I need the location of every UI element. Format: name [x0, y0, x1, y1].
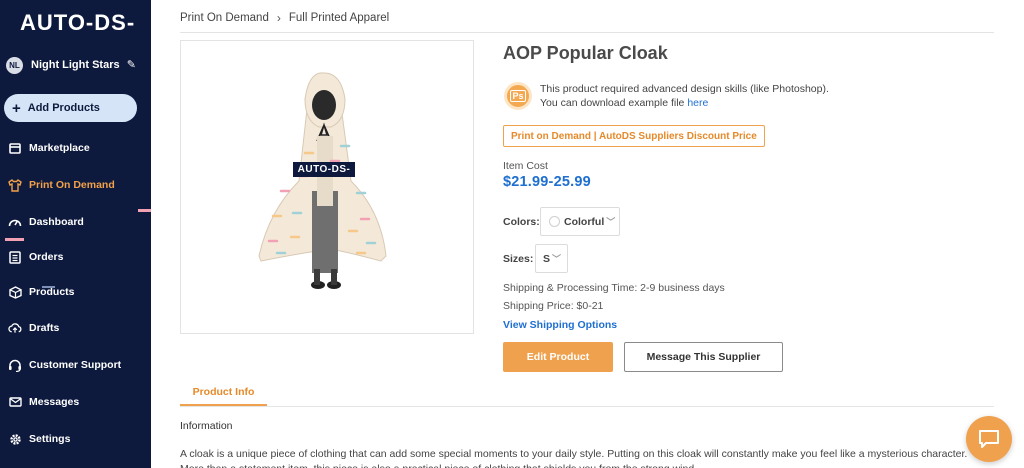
item-cost-value: $21.99-25.99	[503, 174, 591, 190]
user-name: Night Light Stars	[31, 59, 120, 71]
avatar: NL	[6, 56, 23, 74]
sidebar-item-messages[interactable]: Messages	[0, 391, 151, 413]
envelope-icon	[8, 395, 22, 409]
store-icon	[8, 141, 22, 155]
sidebar-item-drafts[interactable]: Drafts	[0, 317, 151, 339]
app: AUTO-DS- NL Night Light Stars ✎ + Add Pr…	[0, 0, 1024, 468]
shirt-icon	[8, 178, 22, 192]
gear-icon	[8, 432, 22, 446]
divider	[180, 32, 994, 33]
edit-product-button[interactable]: Edit Product	[503, 342, 613, 372]
sidebar-accent-mark	[138, 209, 151, 212]
sidebar-item-orders[interactable]: Orders	[0, 246, 151, 268]
chevron-down-icon: ﹀	[606, 217, 616, 227]
sidebar-accent-mark	[5, 238, 24, 241]
product-description: A cloak is a unique piece of clothing th…	[180, 448, 968, 468]
view-shipping-options-link[interactable]: View Shipping Options	[503, 319, 617, 331]
photoshop-icon: Ps	[504, 82, 532, 110]
color-select[interactable]: Colorful ﹀	[540, 207, 620, 236]
breadcrumb-current: Full Printed Apparel	[288, 12, 390, 24]
plus-icon: +	[12, 99, 21, 117]
box-icon	[8, 285, 22, 299]
sidebar-item-marketplace[interactable]: Marketplace	[0, 137, 151, 159]
gauge-icon	[8, 215, 22, 229]
item-cost-label: Item Cost	[503, 160, 548, 172]
product-image[interactable]: AUTO-DS-	[180, 40, 474, 334]
breadcrumb-print-on-demand[interactable]: Print On Demand	[180, 12, 269, 24]
sidebar-item-products[interactable]: Products	[0, 281, 151, 303]
sizes-label: Sizes:	[503, 253, 534, 265]
design-skill-note: This product required advanced design sk…	[540, 83, 829, 109]
color-swatch	[549, 216, 560, 227]
sidebar-item-dashboard[interactable]: Dashboard	[0, 211, 151, 233]
add-products-button[interactable]: + Add Products	[4, 94, 137, 122]
chevron-down-icon: ﹀	[552, 254, 562, 264]
sidebar-item-customer-support[interactable]: Customer Support	[0, 354, 151, 376]
download-example-link[interactable]: here	[687, 97, 708, 109]
chat-button[interactable]	[966, 416, 1012, 462]
breadcrumb: Print On Demand › Full Printed Apparel	[180, 11, 389, 25]
message-supplier-button[interactable]: Message This Supplier	[624, 342, 783, 372]
divider	[180, 406, 994, 407]
shipping-price: Shipping Price: $0-21	[503, 300, 604, 312]
colors-label: Colors:	[503, 216, 540, 228]
cloud-upload-icon	[8, 321, 22, 335]
user-account[interactable]: NL Night Light Stars ✎	[6, 55, 146, 75]
tab-product-info[interactable]: Product Info	[180, 380, 267, 407]
headset-icon	[8, 358, 22, 372]
pod-discount-badge: Print on Demand | AutoDS Suppliers Disco…	[503, 125, 765, 147]
chat-icon	[979, 430, 999, 448]
list-icon	[8, 250, 22, 264]
sidebar-accent-mark	[42, 286, 55, 288]
size-select[interactable]: S ﹀	[535, 244, 568, 273]
product-title: AOP Popular Cloak	[503, 43, 668, 63]
information-heading: Information	[180, 420, 233, 432]
pencil-icon[interactable]: ✎	[127, 58, 136, 71]
shipping-time: Shipping & Processing Time: 2-9 business…	[503, 282, 725, 294]
cloak-illustration	[258, 72, 387, 289]
sidebar-item-settings[interactable]: Settings	[0, 428, 151, 450]
sidebar: AUTO-DS- NL Night Light Stars ✎ + Add Pr…	[0, 0, 151, 468]
sidebar-item-print-on-demand[interactable]: Print On Demand	[0, 174, 151, 196]
autods-logo[interactable]: AUTO-DS-	[20, 10, 135, 36]
chevron-right-icon: ›	[276, 11, 281, 25]
image-watermark: AUTO-DS-	[297, 164, 351, 175]
